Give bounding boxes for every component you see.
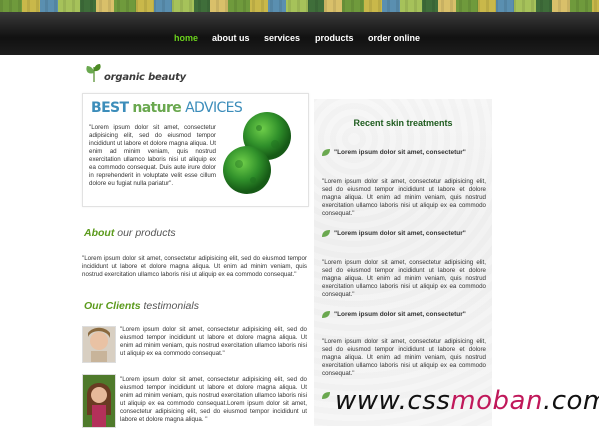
treatment-text-3: "Lorem ipsum dolor sit amet, consectetur… — [322, 338, 486, 377]
recent-treatments-title: Recent skin treatments — [353, 118, 453, 128]
clients-heading-highlight: Our Clients — [84, 300, 141, 312]
client-testimonial-2: "Lorem ipsum dolor sit amet, consectetur… — [120, 376, 307, 423]
client-avatar-1 — [82, 326, 116, 363]
nav-order-online[interactable]: order online — [368, 33, 420, 43]
watermark-part-a: www.css — [335, 386, 451, 416]
client-testimonial-1: "Lorem ipsum dolor sit amet, consectetur… — [120, 326, 307, 357]
decorative-top-stripe — [0, 0, 599, 12]
best-title-part-2: nature — [132, 100, 182, 116]
leaf-bullet-icon — [322, 392, 330, 399]
nav-about-us[interactable]: about us — [212, 33, 250, 43]
treatment-text-2: "Lorem ipsum dolor sit amet, consectetur… — [322, 259, 486, 298]
clients-heading-rest: testimonials — [143, 300, 199, 312]
logo-leaf-icon[interactable] — [85, 63, 103, 88]
logo-text[interactable]: organic beauty — [104, 72, 186, 83]
nav-services[interactable]: services — [264, 33, 300, 43]
treatment-text-1: "Lorem ipsum dolor sit amet, consectetur… — [322, 178, 486, 217]
about-products-text: "Lorem ipsum dolor sit amet, consectetur… — [82, 255, 307, 278]
watermark: www.cssmoban.com — [335, 386, 599, 416]
about-heading-highlight: About — [84, 227, 115, 239]
treatment-heading-1[interactable]: "Lorem ipsum dolor sit amet, consectetur… — [334, 149, 466, 156]
leaf-bullet-icon — [322, 230, 330, 237]
best-advices-box: BEST nature ADVICES "Lorem ipsum dolor s… — [82, 93, 309, 207]
clients-heading: Our Clients testimonials — [84, 300, 199, 312]
leaf-bullet-icon — [322, 149, 330, 156]
best-title-part-1: BEST — [91, 100, 129, 116]
watermark-part-c: .com — [542, 386, 599, 416]
best-advices-text: "Lorem ipsum dolor sit amet, consectetur… — [89, 124, 216, 187]
treatment-heading-3[interactable]: "Lorem ipsum dolor sit amet, consectetur… — [334, 311, 466, 318]
client-avatar-2 — [82, 374, 116, 428]
watermark-part-b: moban — [450, 386, 543, 416]
treatment-heading-2[interactable]: "Lorem ipsum dolor sit amet, consectetur… — [334, 230, 466, 237]
leaf-bullet-icon — [322, 311, 330, 318]
recent-treatments-panel: Recent skin treatments "Lorem ipsum dolo… — [314, 99, 492, 426]
nav-products[interactable]: products — [315, 33, 354, 43]
about-heading-rest: our products — [117, 227, 176, 239]
nav-home[interactable]: home — [174, 33, 198, 43]
lime-fruit-image — [219, 108, 299, 201]
about-products-heading: About our products — [84, 227, 176, 239]
